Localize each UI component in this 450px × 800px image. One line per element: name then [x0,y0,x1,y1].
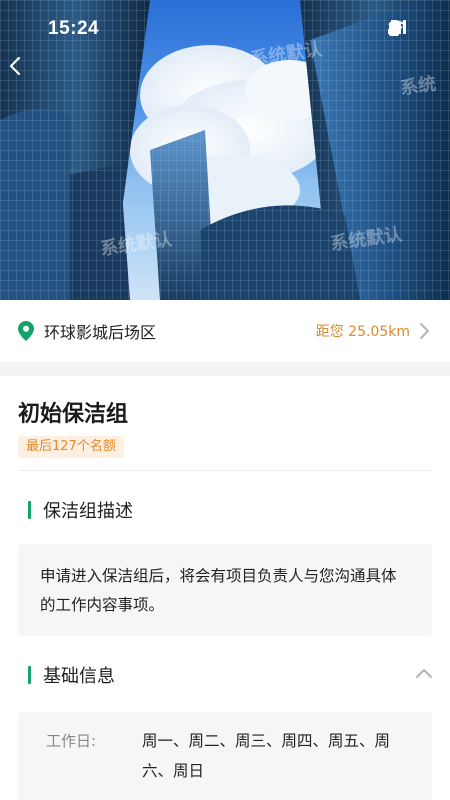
chevron-right-icon [418,322,432,340]
basic-info-box: 工作日: 周一、周二、周三、周四、周五、周六、周日 [18,712,432,800]
description-box: 申请进入保洁组后，将会有项目负责人与您沟通具体的工作内容事项。 [18,544,432,636]
back-button[interactable] [8,56,44,92]
section-accent-bar [28,666,31,684]
location-row[interactable]: 环球影城后场区 距您 25.05km [0,300,450,362]
group-title: 初始保洁组 [18,402,129,427]
divider [18,470,432,471]
section-accent-bar [28,501,31,519]
status-bar: 15:24 [0,0,450,60]
quota-badge: 最后127个名额 [18,436,124,458]
location-distance: 距您 25.05km [315,324,410,340]
hero-image: 系统默认 系统 系统默认 系统默认 15:24 [0,0,450,300]
workday-label: 工作日: [46,732,97,750]
chevron-up-icon[interactable] [414,666,434,680]
description-section-header: 保洁组描述 [28,498,133,522]
workday-value: 周一、周二、周三、周四、周五、周六、周日 [142,732,391,780]
description-section-title: 保洁组描述 [43,501,133,522]
location-name: 环球影城后场区 [44,323,157,342]
basic-info-section-header[interactable]: 基础信息 [28,663,115,687]
location-pin-icon [18,321,34,341]
status-time: 15:24 [48,18,100,39]
basic-info-section-title: 基础信息 [43,666,115,687]
section-divider [0,362,450,376]
description-text: 申请进入保洁组后，将会有项目负责人与您沟通具体的工作内容事项。 [40,567,397,614]
